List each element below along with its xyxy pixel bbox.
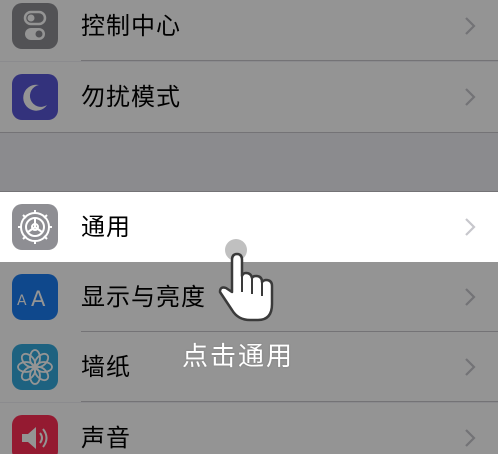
svg-text:A: A (31, 287, 46, 311)
flower-icon (12, 344, 58, 390)
settings-row-label: 墙纸 (81, 353, 131, 381)
settings-row-label: 控制中心 (81, 12, 181, 40)
tap-hand-icon (212, 236, 292, 336)
settings-row-do-not-disturb[interactable]: 勿扰模式 (0, 62, 498, 132)
speaker-icon (12, 415, 58, 454)
settings-row-label: 显示与亮度 (81, 283, 206, 311)
svg-text:A: A (17, 293, 27, 309)
settings-screen: 控制中心 勿扰模式 通用 A A 显示与亮度 墙纸 声音 点击通用 (0, 0, 498, 454)
row-separator (81, 60, 498, 61)
section-divider (0, 132, 498, 133)
section-gap (0, 132, 498, 192)
tutorial-hint-text: 点击通用 (182, 342, 295, 372)
settings-row-label: 声音 (81, 424, 131, 452)
moon-icon (12, 74, 58, 120)
settings-row-control-center[interactable]: 控制中心 (0, 0, 498, 61)
settings-row-sounds[interactable]: 声音 (0, 403, 498, 454)
chevron-right-icon (464, 192, 476, 262)
gear-icon (12, 204, 58, 250)
chevron-right-icon (464, 403, 476, 454)
settings-row-label: 勿扰模式 (81, 83, 181, 111)
row-separator (81, 401, 498, 402)
chevron-right-icon (464, 0, 476, 61)
chevron-right-icon (464, 62, 476, 132)
chevron-right-icon (464, 332, 476, 402)
text-size-icon: A A (12, 274, 58, 320)
settings-row-label: 通用 (81, 213, 131, 241)
control-center-icon (12, 3, 58, 49)
chevron-right-icon (464, 262, 476, 332)
